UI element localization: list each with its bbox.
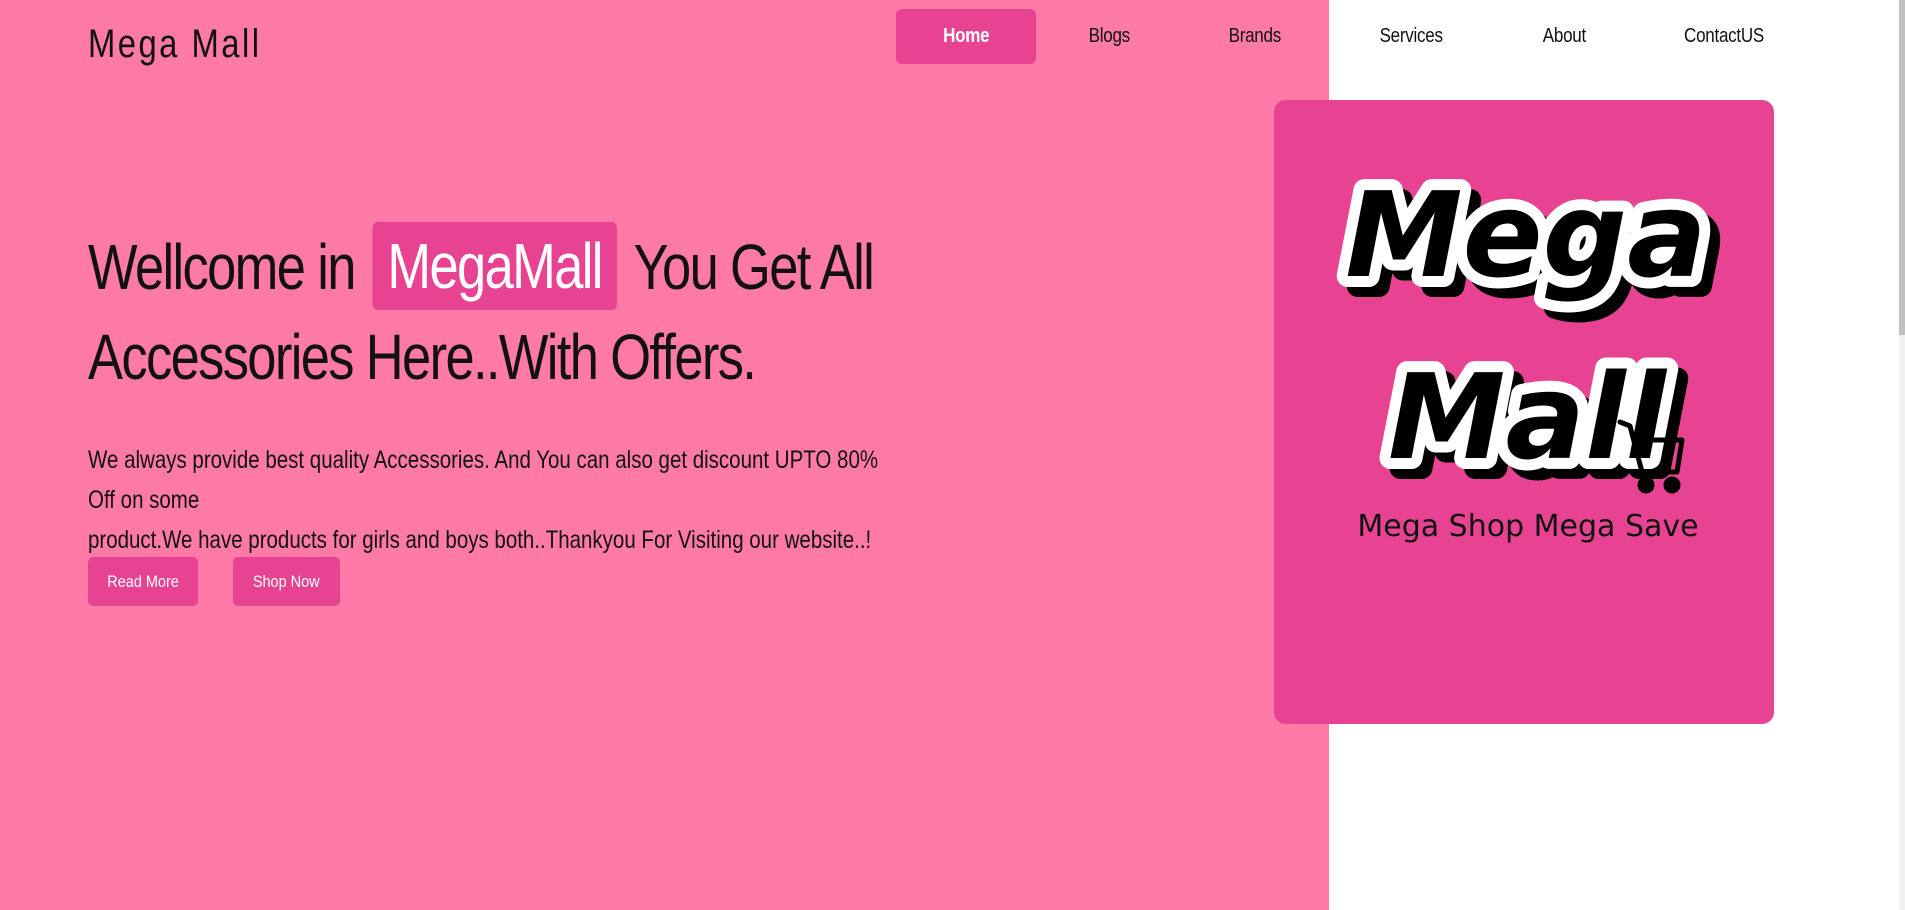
nav-contact-label: ContactUS [1684, 25, 1764, 47]
read-more-label: Read More [107, 572, 179, 591]
hero-heading-line2: Accessories Here..With Offers. [88, 321, 757, 393]
hero-description-line2: product.We have products for girls and b… [88, 526, 872, 554]
scrollbar-thumb[interactable] [1899, 0, 1905, 335]
nav-blogs[interactable]: Blogs [1049, 9, 1169, 64]
hero-description-line1: We always provide best quality Accessori… [88, 446, 879, 514]
nav-brands[interactable]: Brands [1195, 9, 1315, 64]
nav-about[interactable]: About [1504, 9, 1624, 64]
logo-tagline: Mega Shop Mega Save [1357, 509, 1698, 544]
logo-card: Mega Mega Mega Mall Mall Mall Mega Shop … [1274, 100, 1774, 724]
page-scrollbar[interactable] [1899, 0, 1905, 910]
logo-word1: Mega [1345, 166, 1707, 304]
main-navigation: Home Blogs Brands Services About Contact… [0, 9, 1905, 64]
nav-contact[interactable]: ContactUS [1664, 9, 1784, 64]
nav-home[interactable]: Home [896, 9, 1036, 64]
hero-description: We always provide best quality Accessori… [88, 440, 1088, 560]
nav-home-label: Home [942, 25, 990, 47]
nav-services[interactable]: Services [1351, 9, 1471, 64]
hero-title-prefix: Wellcome in [88, 231, 356, 303]
read-more-button[interactable]: Read More [88, 557, 198, 606]
hero-heading: Wellcome in MegaMall You Get All Accesso… [88, 222, 988, 402]
nav-brands-label: Brands [1228, 25, 1282, 47]
shop-now-label: Shop Now [253, 572, 320, 591]
nav-about-label: About [1542, 25, 1586, 47]
logo-word2: Mall [1388, 348, 1667, 486]
nav-services-label: Services [1379, 25, 1443, 47]
mega-mall-logo: Mega Mega Mega Mall Mall Mall Mega Shop … [1334, 155, 1728, 544]
shop-now-button[interactable]: Shop Now [233, 557, 340, 606]
nav-blogs-label: Blogs [1088, 25, 1130, 47]
hero-heading-line1: Wellcome in MegaMall You Get All [88, 222, 875, 312]
hero-title-badge: MegaMall [372, 222, 617, 310]
hero-title-suffix: You Get All [633, 231, 874, 303]
